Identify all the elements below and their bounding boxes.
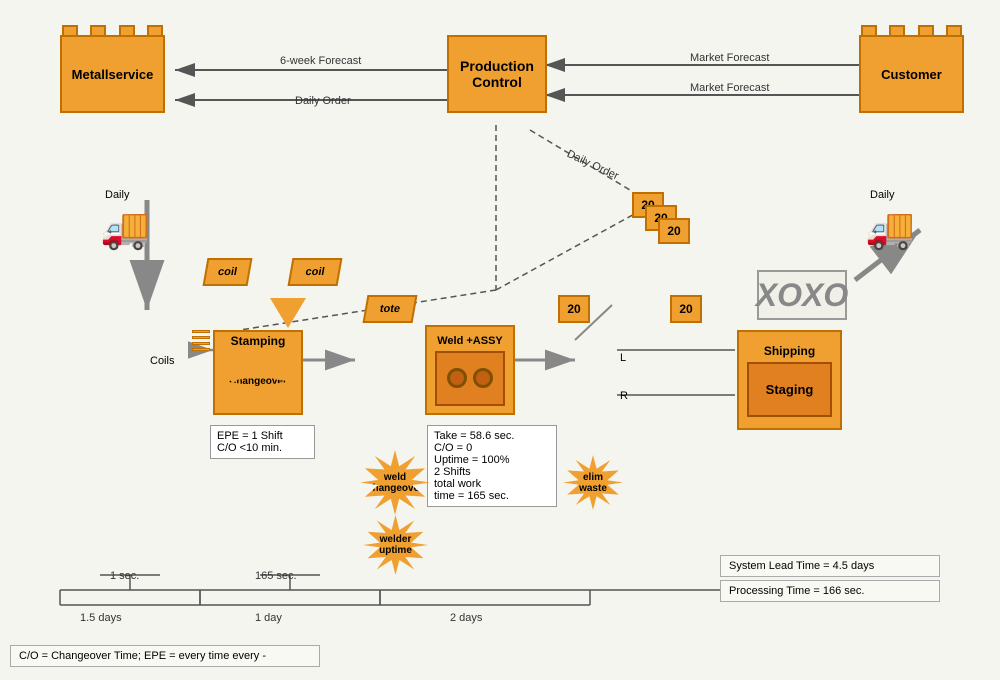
production-control-box: Production Control (447, 35, 547, 113)
daily-left-label: Daily (105, 189, 129, 201)
kaizen-welder-uptime: welder uptime (363, 515, 428, 575)
customer-label: Customer (881, 67, 942, 82)
push-s-label: S (278, 300, 289, 318)
diagram: Metallservice Production Control Custome… (0, 0, 1000, 680)
tote-box: tote (363, 295, 418, 323)
changeover-label: Changeover (229, 376, 287, 387)
coil-top-label: coil (304, 266, 325, 278)
system-lead-box: System Lead Time = 4.5 days (720, 555, 940, 577)
inv-20-4: 20 (658, 218, 690, 244)
kaizen-elim-label: elim waste (579, 472, 607, 494)
kaizen-weld-label: weld changeover (367, 472, 423, 494)
market-forecast2-label: Market Forecast (690, 82, 769, 94)
shipping-label: Shipping (764, 344, 815, 358)
daily-order-left-label: Daily Order (295, 95, 351, 107)
weld-uptime: Uptime = 100% (434, 454, 550, 466)
stamping-box: Stamping Changeover (213, 330, 303, 415)
inv-20-1: 20 (558, 295, 590, 323)
processing-time-label: Processing Time = 166 sec. (729, 585, 931, 597)
right-truck-icon: 🚚 (865, 205, 915, 252)
stamping-epe: EPE = 1 Shift (217, 430, 308, 442)
weld-label: Weld +ASSY (437, 335, 503, 347)
weld-total-work: total worktime = 165 sec. (434, 478, 550, 502)
coils-label: Coils (150, 355, 174, 367)
weld-assy-box: Weld +ASSY (425, 325, 515, 415)
inv-20-4-label: 20 (667, 224, 680, 238)
inv-20-5-label: 20 (679, 302, 692, 316)
left-truck-icon: 🚚 (100, 205, 150, 252)
forecast-6week-label: 6-week Forecast (280, 55, 361, 67)
customer-factory: Customer (859, 35, 964, 113)
days3-label: 2 days (450, 612, 482, 624)
inv-20-5: 20 (670, 295, 702, 323)
coil-left-label: coil (217, 266, 238, 278)
xoxo-box: XOXO (757, 270, 847, 320)
right-truck-container: Daily 🚚 (865, 185, 915, 252)
coil-left: coil (203, 258, 253, 286)
weld-co: C/O = 0 (434, 442, 550, 454)
inv-20-1-label: 20 (567, 302, 580, 316)
daily-order-right-label: Daily Order (565, 148, 620, 182)
stamping-data-box: EPE = 1 Shift C/O <10 min. (210, 425, 315, 459)
staging-inner: Staging (747, 362, 832, 417)
changeover-burst: Changeover (226, 352, 291, 412)
shipping-box: Shipping Staging (737, 330, 842, 430)
kaizen-weld-changeover: weld changeover (360, 450, 430, 515)
proc1-label: 1 sec. (110, 570, 139, 582)
production-control-label: Production Control (460, 58, 534, 90)
weld-take: Take = 58.6 sec. (434, 430, 550, 442)
stamping-co: C/O <10 min. (217, 442, 308, 454)
proc2-label: 165 sec. (255, 570, 297, 582)
days2-label: 1 day (255, 612, 282, 624)
staging-label: Staging (766, 382, 814, 397)
legend-box: C/O = Changeover Time; EPE = every time … (10, 645, 320, 667)
stamping-label: Stamping (231, 334, 286, 348)
legend-label: C/O = Changeover Time; EPE = every time … (19, 650, 266, 662)
days1-label: 1.5 days (80, 612, 122, 624)
metallservice-factory: Metallservice (60, 35, 165, 113)
weld-data-box: Take = 58.6 sec. C/O = 0 Uptime = 100% 2… (427, 425, 557, 507)
left-truck-container: Daily 🚚 (100, 185, 150, 252)
system-lead-label: System Lead Time = 4.5 days (729, 560, 931, 572)
daily-right-label: Daily (870, 189, 894, 201)
metallservice-label: Metallservice (72, 67, 154, 82)
market-forecast1-label: Market Forecast (690, 52, 769, 64)
l-label: L (620, 352, 626, 364)
kaizen-elim-waste: elim waste (563, 455, 623, 510)
weld-machine-icon (435, 351, 505, 406)
kaizen-uptime-label: welder uptime (379, 534, 412, 556)
xoxo-label: XOXO (756, 277, 848, 314)
processing-time-box: Processing Time = 166 sec. (720, 580, 940, 602)
weld-shifts: 2 Shifts (434, 466, 550, 478)
coil-top: coil (288, 258, 343, 286)
coil-stack (192, 330, 210, 354)
r-label: R (620, 390, 628, 402)
tote-label: tote (379, 303, 401, 315)
